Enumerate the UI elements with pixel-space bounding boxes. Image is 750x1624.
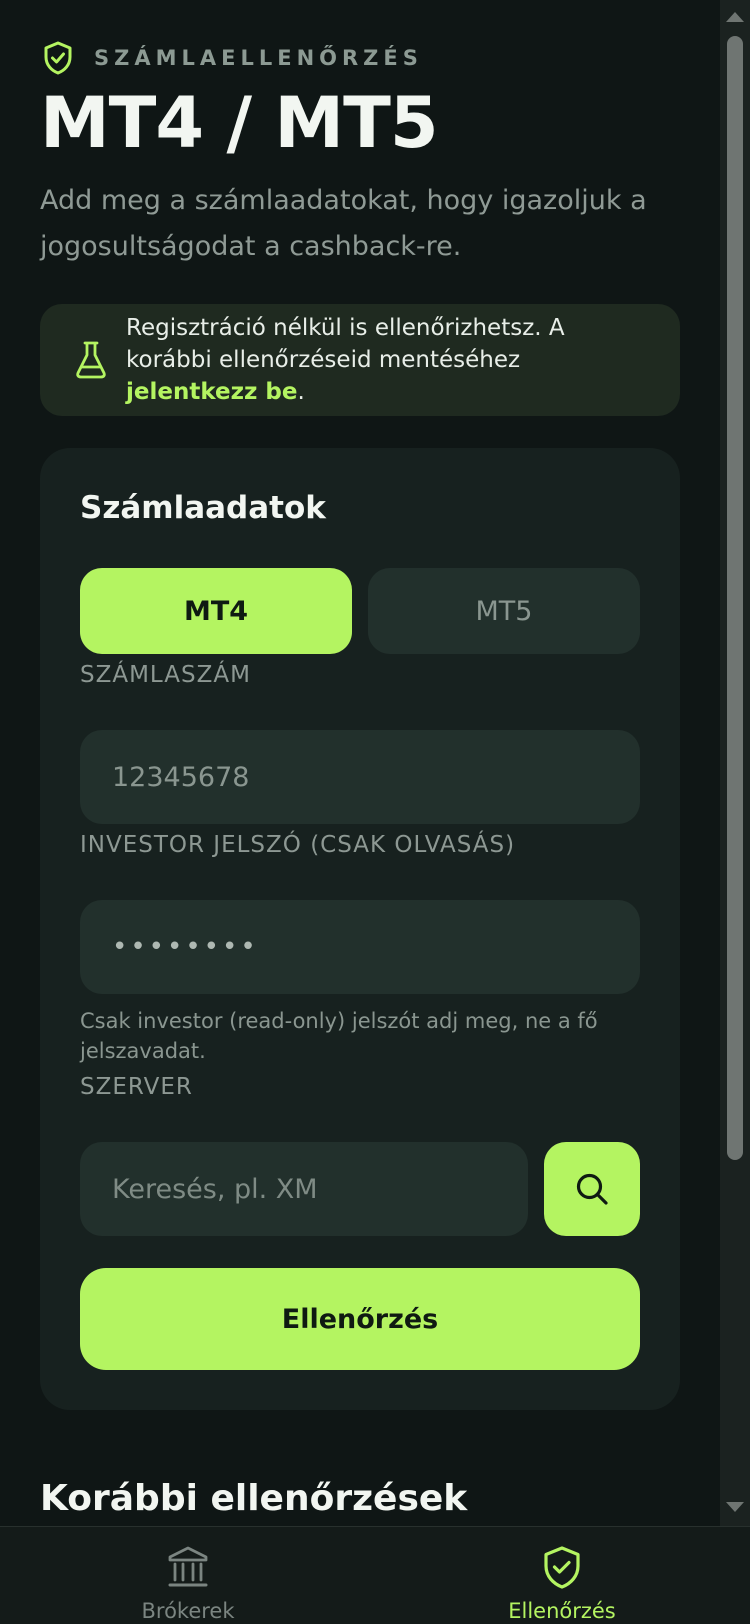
nav-label-brokers: Brókerek (141, 1599, 235, 1623)
notice-text: Regisztráció nélkül is ellenőrizhetsz. A… (126, 312, 656, 408)
eyebrow-label: SZÁMLAELLENŐRZÉS (94, 46, 423, 70)
scrollbar[interactable] (720, 0, 750, 1526)
login-link[interactable]: jelentkezz be (126, 379, 297, 405)
history-title: Korábbi ellenőrzések (40, 1478, 468, 1519)
password-hint: Csak investor (read-only) jelszót adj me… (80, 1009, 598, 1063)
verify-submit-button[interactable]: Ellenőrzés (80, 1268, 640, 1370)
nav-item-verify[interactable]: Ellenőrzés (462, 1527, 662, 1624)
scroll-up-arrow[interactable] (726, 12, 744, 22)
scrollbar-thumb[interactable] (727, 36, 743, 1160)
platform-mt5-button[interactable]: MT5 (368, 568, 640, 654)
form-title: Számlaadatok (80, 490, 326, 526)
page: SZÁMLAELLENŐRZÉS MT4 / MT5 Add meg a szá… (0, 0, 750, 1624)
account-number-input[interactable]: 12345678 (80, 730, 640, 824)
platform-mt4-button[interactable]: MT4 (80, 568, 352, 654)
shield-check-icon (44, 41, 72, 75)
eyebrow: SZÁMLAELLENŐRZÉS (40, 40, 423, 76)
page-title: MT4 / MT5 (40, 82, 439, 164)
scroll-down-arrow[interactable] (726, 1502, 744, 1512)
account-form-card: Számlaadatok MT4 MT5 SZÁMLASZÁM 12345678… (40, 448, 680, 1410)
notice-text-before: Regisztráció nélkül is ellenőrizhetsz. A… (126, 315, 565, 373)
notice-text-after: . (297, 379, 305, 405)
server-search-input[interactable]: Keresés, pl. XM (80, 1142, 528, 1236)
nav-label-verify: Ellenőrzés (508, 1599, 616, 1623)
investor-password-label: INVESTOR JELSZÓ (CSAK OLVASÁS) (80, 832, 516, 858)
shield-check-icon (544, 1546, 580, 1589)
investor-password-input[interactable]: •••••••• (80, 900, 640, 994)
login-notice: Regisztráció nélkül is ellenőrizhetsz. A… (40, 304, 680, 416)
nav-item-brokers[interactable]: Brókerek (88, 1527, 288, 1624)
page-subtitle: Add meg a számlaadatokat, hogy igazoljuk… (40, 185, 647, 262)
search-icon (576, 1173, 608, 1205)
bottom-nav: Brókerek Ellenőrzés (0, 1526, 750, 1624)
flask-icon (76, 341, 106, 379)
server-search-button[interactable] (544, 1142, 640, 1236)
account-number-label: SZÁMLASZÁM (80, 662, 251, 688)
server-label: SZERVER (80, 1074, 193, 1100)
bank-icon (168, 1546, 208, 1587)
